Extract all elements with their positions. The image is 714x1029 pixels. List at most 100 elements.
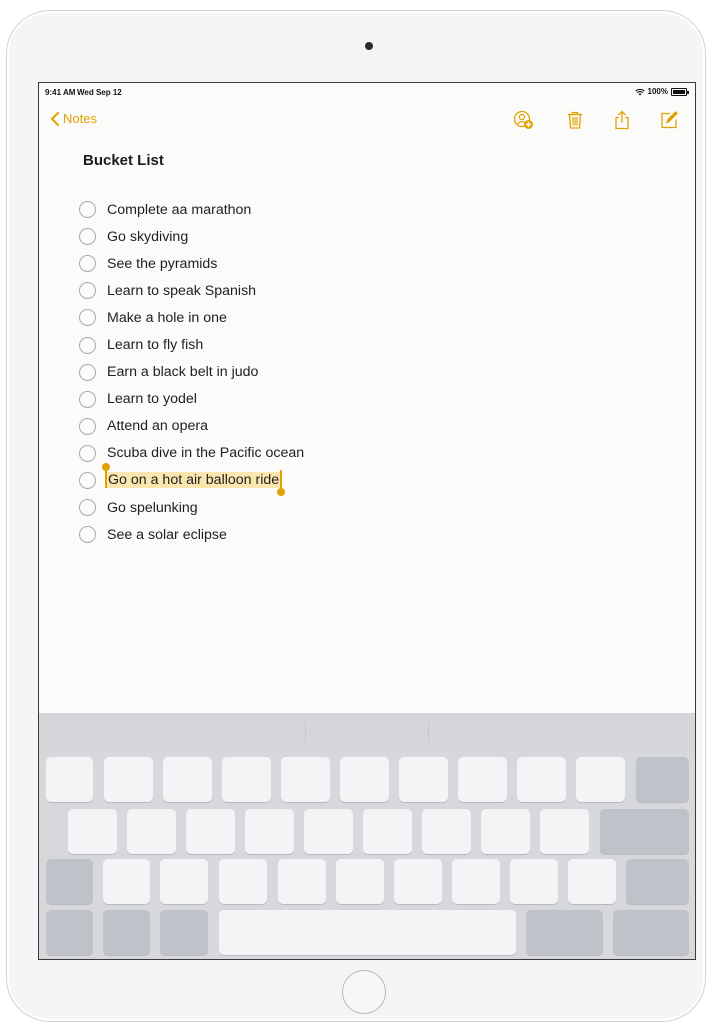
back-label: Notes	[63, 111, 97, 126]
list-item: Learn to speak Spanish	[79, 277, 304, 304]
predictive-divider	[305, 721, 306, 743]
status-date: Wed Sep 12	[77, 88, 122, 97]
wifi-icon	[634, 88, 645, 95]
list-item: Attend an opera	[79, 413, 304, 440]
status-right: 100%	[634, 87, 689, 96]
item-text[interactable]: Learn to speak Spanish	[107, 283, 256, 299]
status-time: 9:41 AM	[45, 88, 76, 97]
list-item: Earn a black belt in judo	[79, 359, 304, 386]
checkbox-circle[interactable]	[79, 309, 96, 327]
checkbox-circle[interactable]	[79, 201, 96, 219]
item-text[interactable]: Go skydiving	[107, 229, 188, 245]
checkbox-circle[interactable]	[79, 471, 96, 489]
key[interactable]	[186, 809, 235, 854]
list-item: See a solar eclipse	[79, 521, 304, 548]
list-item: Learn to yodel	[79, 386, 304, 413]
key[interactable]	[219, 859, 267, 904]
status-bar: 9:41 AM Wed Sep 12 100%	[39, 83, 695, 101]
list-item: Complete aa marathon	[79, 196, 304, 223]
item-text[interactable]: Complete aa marathon	[107, 202, 251, 218]
checkbox-circle[interactable]	[79, 282, 96, 300]
checkbox-circle[interactable]	[79, 526, 96, 544]
compose-button[interactable]	[658, 109, 680, 131]
key[interactable]	[104, 757, 153, 802]
checkbox-circle[interactable]	[79, 363, 96, 381]
key[interactable]	[517, 757, 566, 802]
navigation-bar: Notes	[39, 105, 695, 137]
key[interactable]	[340, 757, 389, 802]
list-item: Scuba dive in the Pacific ocean	[79, 440, 304, 467]
checkbox-circle[interactable]	[79, 390, 96, 408]
trash-button[interactable]	[564, 109, 586, 131]
back-button[interactable]: Notes	[50, 111, 97, 126]
key[interactable]	[540, 809, 589, 854]
item-text[interactable]: See the pyramids	[107, 256, 217, 272]
key[interactable]	[510, 859, 558, 904]
globe-key[interactable]	[103, 910, 150, 955]
key[interactable]	[394, 859, 442, 904]
key[interactable]	[281, 757, 330, 802]
share-button[interactable]	[611, 109, 633, 131]
key[interactable]	[452, 859, 500, 904]
key[interactable]	[127, 809, 176, 854]
item-text[interactable]: Learn to fly fish	[107, 337, 203, 353]
key[interactable]	[399, 757, 448, 802]
key[interactable]	[458, 757, 507, 802]
key[interactable]	[46, 757, 93, 802]
checklist: Complete aa marathon Go skydiving See th…	[79, 196, 304, 548]
checkbox-circle[interactable]	[79, 336, 96, 354]
selection-start-handle[interactable]	[102, 463, 110, 489]
checkbox-circle[interactable]	[79, 255, 96, 273]
item-text[interactable]: Go spelunking	[107, 500, 198, 516]
shift-key[interactable]	[46, 859, 93, 904]
key[interactable]	[68, 809, 117, 854]
key[interactable]	[481, 809, 530, 854]
selection-end-handle[interactable]	[277, 470, 286, 497]
key[interactable]	[363, 809, 412, 854]
item-text[interactable]: Scuba dive in the Pacific ocean	[107, 445, 304, 461]
item-text[interactable]: See a solar eclipse	[107, 527, 227, 543]
checkbox-circle[interactable]	[79, 444, 96, 462]
key[interactable]	[163, 757, 212, 802]
battery-percent: 100%	[647, 87, 668, 96]
add-people-icon	[514, 110, 533, 129]
battery-icon	[671, 87, 689, 96]
list-item: Make a hole in one	[79, 304, 304, 331]
list-item: See the pyramids	[79, 250, 304, 277]
add-people-button[interactable]	[513, 109, 535, 131]
numbers-key[interactable]	[46, 910, 93, 955]
item-text[interactable]: Attend an opera	[107, 418, 208, 434]
item-text[interactable]: Make a hole in one	[107, 310, 227, 326]
checkbox-circle[interactable]	[79, 499, 96, 517]
space-key[interactable]	[219, 910, 516, 955]
item-text[interactable]: Learn to yodel	[107, 391, 197, 407]
selected-text[interactable]: Go on a hot air balloon ride	[102, 463, 286, 497]
list-item: Go skydiving	[79, 223, 304, 250]
trash-icon	[568, 111, 582, 129]
list-item-selected: Go on a hot air balloon ride	[79, 463, 304, 497]
predictive-bar	[39, 713, 695, 751]
key[interactable]	[103, 859, 150, 904]
front-camera	[365, 42, 373, 50]
key[interactable]	[422, 809, 471, 854]
delete-key[interactable]	[636, 757, 689, 802]
key[interactable]	[222, 757, 271, 802]
checkbox-circle[interactable]	[79, 417, 96, 435]
hide-keyboard-key[interactable]	[613, 910, 689, 955]
key[interactable]	[160, 859, 208, 904]
home-button[interactable]	[342, 970, 386, 1014]
key[interactable]	[278, 859, 326, 904]
dictation-key[interactable]	[160, 910, 208, 955]
key[interactable]	[336, 859, 384, 904]
shift-key[interactable]	[626, 859, 689, 904]
return-key[interactable]	[600, 809, 689, 854]
key[interactable]	[576, 757, 625, 802]
numbers-key[interactable]	[526, 910, 603, 955]
screen: 9:41 AM Wed Sep 12 100% Notes Bucket Lis…	[38, 82, 696, 960]
chevron-left-icon	[51, 111, 59, 126]
item-text[interactable]: Earn a black belt in judo	[107, 364, 258, 380]
key[interactable]	[568, 859, 616, 904]
key[interactable]	[245, 809, 294, 854]
key[interactable]	[304, 809, 353, 854]
checkbox-circle[interactable]	[79, 228, 96, 246]
